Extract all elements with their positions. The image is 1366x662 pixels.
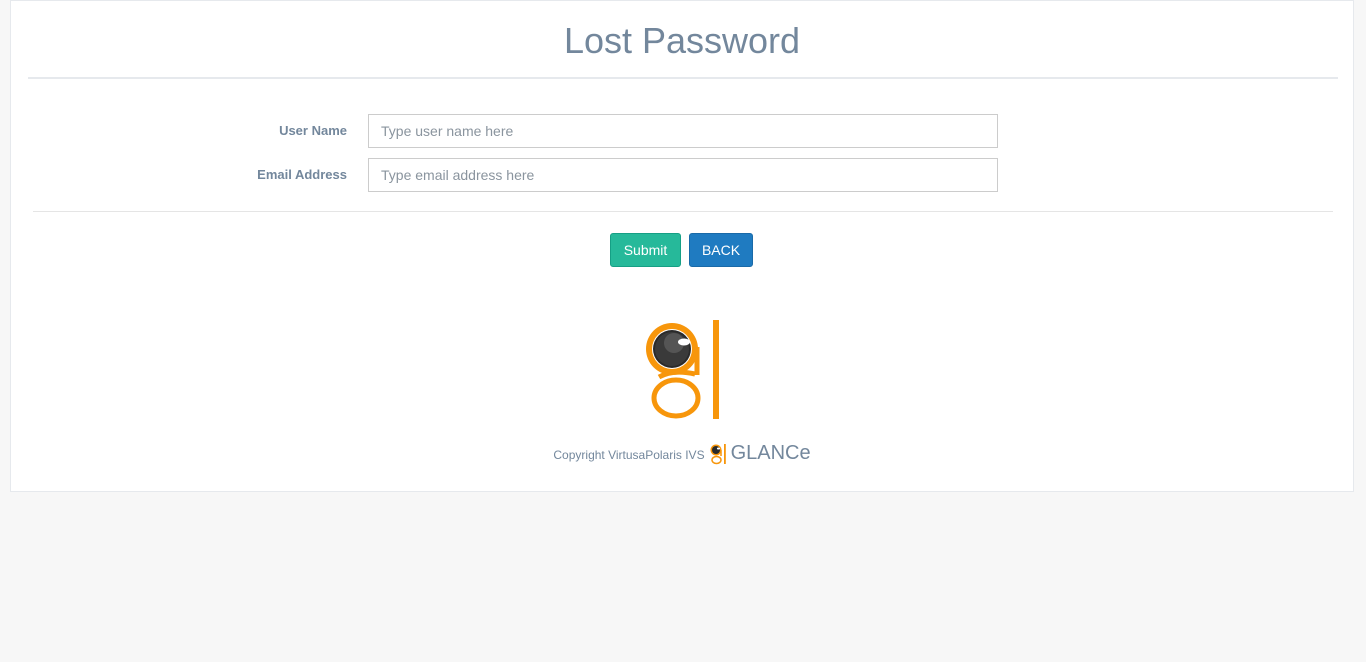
glance-small-logo-icon [710, 444, 726, 465]
copyright-text: Copyright VirtusaPolaris IVS [553, 448, 705, 462]
brand-name: GLANCe [730, 442, 811, 464]
form-divider [33, 211, 1333, 212]
username-label: User Name [279, 123, 347, 138]
back-button[interactable]: BACK [689, 233, 753, 267]
email-label: Email Address [257, 167, 347, 182]
title-divider [28, 77, 1338, 79]
glance-logo-icon [646, 320, 719, 419]
lost-password-panel: Lost Password User Name Email Address Su… [10, 0, 1354, 492]
email-row: Email Address [11, 158, 1353, 192]
page-title: Lost Password [563, 20, 801, 61]
submit-button[interactable]: Submit [610, 233, 681, 267]
footer: Copyright VirtusaPolaris IVS GLANCe [11, 441, 1353, 467]
username-row: User Name [11, 114, 1353, 148]
username-input[interactable] [368, 114, 998, 148]
email-input[interactable] [368, 158, 998, 192]
